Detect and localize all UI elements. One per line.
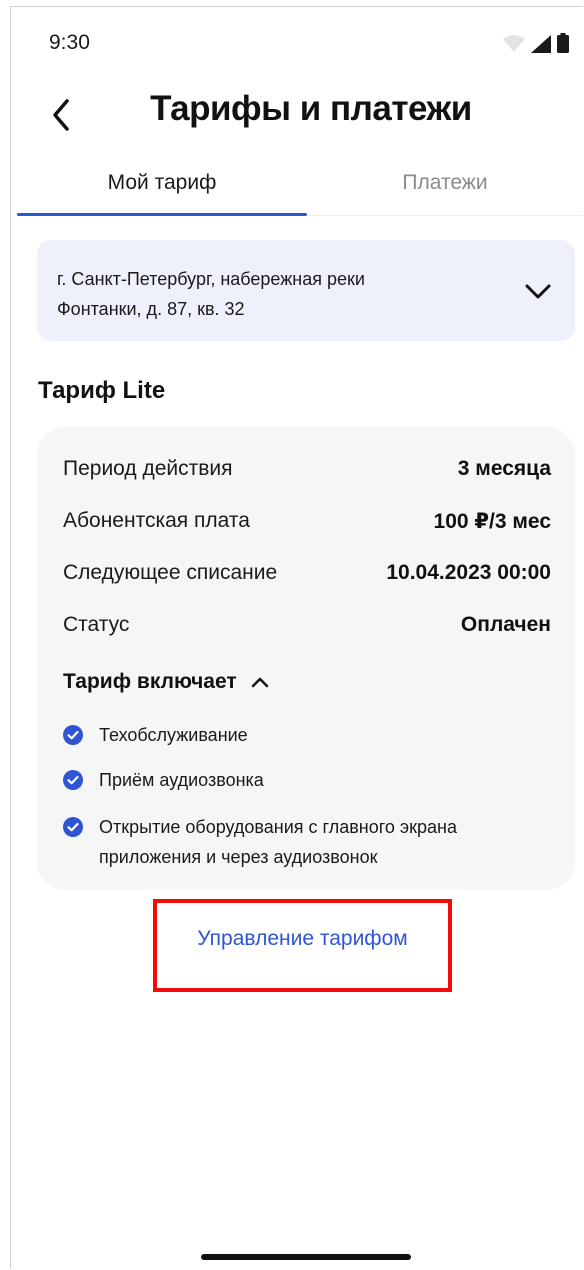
check-circle-icon	[63, 817, 83, 837]
tariff-title: Тариф Lite	[38, 377, 166, 404]
chevron-up-icon	[251, 677, 268, 688]
detail-label: Абонентская плата	[63, 509, 250, 532]
detail-row-status: Статус Оплачен	[63, 613, 551, 645]
status-time: 9:30	[49, 31, 90, 54]
detail-value: 100 ₽/3 мес	[433, 510, 551, 533]
detail-row-next-charge: Следующее списание 10.04.2023 00:00	[63, 561, 551, 593]
detail-value: 3 месяца	[457, 457, 551, 480]
feature-text: Техобслуживание	[99, 720, 539, 750]
feature-text: Приём аудиозвонка	[99, 765, 539, 795]
tab-bar: Мой тариф Платежи	[17, 157, 583, 216]
address-line-1: г. Санкт-Петербург, набережная реки	[57, 269, 365, 289]
feature-text-line: Приём аудиозвонка	[99, 770, 264, 790]
page-title: Тарифы и платежи	[150, 89, 472, 128]
detail-label: Статус	[63, 613, 130, 636]
tariff-includes-toggle[interactable]: Тариф включает	[63, 665, 271, 699]
wifi-icon	[503, 35, 525, 52]
active-tab-indicator	[17, 213, 307, 216]
back-button[interactable]	[37, 91, 85, 139]
tab-my-tariff[interactable]: Мой тариф	[17, 171, 307, 195]
detail-row-fee: Абонентская плата 100 ₽/3 мес	[63, 509, 551, 541]
detail-value: 10.04.2023 00:00	[386, 561, 551, 584]
chevron-left-icon	[53, 99, 69, 131]
manage-tariff-link[interactable]: Управление тарифом	[153, 927, 452, 951]
status-value: Оплачен	[460, 613, 551, 636]
tab-payments[interactable]: Платежи	[307, 171, 583, 195]
battery-icon	[557, 33, 569, 53]
phone-screen: 9:30 Тарифы и платежи Мой тариф Платежи	[10, 6, 583, 1269]
detail-label: Следующее списание	[63, 561, 278, 584]
address-text: г. Санкт-Петербург, набережная реки Фонт…	[57, 264, 477, 324]
tariff-includes-label: Тариф включает	[63, 670, 237, 693]
cellular-signal-icon	[531, 35, 551, 53]
check-circle-icon	[63, 725, 83, 745]
feature-text-line: приложения и через аудиозвонок	[99, 847, 378, 867]
status-icons	[503, 33, 569, 53]
address-selector[interactable]: г. Санкт-Петербург, набережная реки Фонт…	[37, 240, 575, 341]
feature-text-line: Техобслуживание	[99, 725, 248, 745]
detail-row-period: Период действия 3 месяца	[63, 457, 551, 489]
feature-text: Открытие оборудования с главного экрана …	[99, 812, 539, 872]
status-bar: 9:30	[11, 7, 583, 77]
feature-text-line: Открытие оборудования с главного экрана	[99, 817, 457, 837]
tariff-card: Период действия 3 месяца Абонентская пла…	[37, 427, 575, 890]
check-circle-icon	[63, 770, 83, 790]
detail-label: Период действия	[63, 457, 233, 480]
home-indicator[interactable]	[201, 1254, 411, 1260]
address-line-2: Фонтанки, д. 87, кв. 32	[57, 299, 245, 319]
chevron-down-icon[interactable]	[521, 274, 555, 308]
